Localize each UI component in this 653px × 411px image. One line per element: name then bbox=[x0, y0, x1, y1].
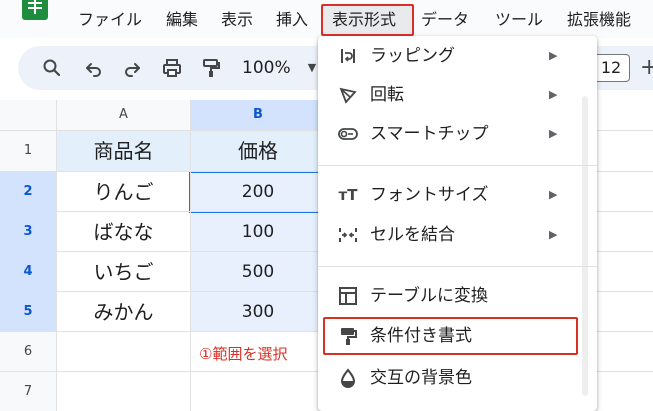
menu-item-label: 回転 bbox=[370, 85, 404, 105]
menu-data[interactable]: データ bbox=[421, 10, 469, 30]
fill-color-icon bbox=[336, 366, 360, 390]
menu-item-merge-cells[interactable]: セルを結合 ▶ bbox=[318, 216, 597, 254]
active-cell-outline bbox=[189, 171, 326, 213]
row-header-7[interactable]: 7 bbox=[0, 372, 56, 411]
row-header-4[interactable]: 4 bbox=[0, 252, 56, 292]
menu-view[interactable]: 表示 bbox=[221, 10, 253, 30]
paint-roller-icon bbox=[336, 324, 360, 348]
search-icon[interactable] bbox=[40, 56, 64, 80]
menu-item-smart-chips[interactable]: スマートチップ ▶ bbox=[318, 115, 597, 153]
menu-item-label: ラッピング bbox=[370, 46, 455, 66]
menu-item-conditional-formatting[interactable]: 条件付き書式 bbox=[318, 317, 597, 355]
cell-a1[interactable]: 商品名 bbox=[57, 131, 190, 171]
plus-icon[interactable]: + bbox=[640, 55, 653, 80]
row-header-1[interactable]: 1 bbox=[0, 131, 56, 171]
menu-item-label: テーブルに変換 bbox=[370, 286, 488, 306]
paint-format-icon[interactable] bbox=[199, 56, 223, 80]
select-all-corner[interactable] bbox=[0, 100, 56, 130]
table-icon bbox=[336, 284, 360, 308]
column-header-a[interactable]: A bbox=[57, 100, 190, 130]
submenu-arrow-icon: ▶ bbox=[549, 228, 558, 241]
submenu-arrow-icon: ▶ bbox=[549, 49, 558, 62]
zoom-select[interactable]: 100% bbox=[242, 57, 291, 79]
menu-divider bbox=[318, 266, 597, 267]
grid-line bbox=[56, 100, 57, 411]
menu-item-alternating-colors[interactable]: 交互の背景色 bbox=[318, 359, 597, 397]
menu-item-label: 条件付き書式 bbox=[370, 326, 472, 346]
menu-item-wrapping[interactable]: ラッピング ▶ bbox=[318, 37, 597, 75]
redo-icon[interactable] bbox=[120, 56, 144, 80]
menu-bar: ファイル 編集 表示 挿入 表示形式 データ ツール 拡張機能 bbox=[0, 0, 653, 38]
menu-file[interactable]: ファイル bbox=[78, 10, 142, 30]
wrap-icon bbox=[336, 44, 360, 68]
menu-tools[interactable]: ツール bbox=[495, 10, 543, 30]
undo-icon[interactable] bbox=[82, 56, 106, 80]
cell-a5[interactable]: みかん bbox=[57, 292, 190, 332]
font-size-input[interactable]: 12 bbox=[592, 54, 630, 82]
row-header-5[interactable]: 5 bbox=[0, 292, 56, 332]
cell-b4[interactable]: 500 bbox=[191, 252, 325, 292]
row-header-6[interactable]: 6 bbox=[0, 332, 56, 372]
cell-b3[interactable]: 100 bbox=[191, 212, 325, 252]
menu-item-font-size[interactable]: тT フォントサイズ ▶ bbox=[318, 176, 597, 214]
submenu-arrow-icon: ▶ bbox=[549, 127, 558, 140]
format-menu: ラッピング ▶ 回転 ▶ スマートチップ ▶ тT フォントサイズ ▶ セルを結… bbox=[318, 36, 597, 411]
menu-item-label: 交互の背景色 bbox=[370, 368, 472, 388]
cell-a2[interactable]: りんご bbox=[57, 172, 190, 212]
menu-item-convert-to-table[interactable]: テーブルに変換 bbox=[318, 277, 597, 315]
menu-item-rotate[interactable]: 回転 ▶ bbox=[318, 76, 597, 114]
font-size-icon: тT bbox=[338, 186, 358, 204]
column-header-b[interactable]: B bbox=[191, 100, 325, 130]
annotation-select-range: ①範囲を選択 bbox=[199, 345, 288, 363]
menu-extensions[interactable]: 拡張機能 bbox=[567, 10, 631, 30]
menu-divider bbox=[318, 165, 597, 166]
menu-format[interactable]: 表示形式 bbox=[332, 10, 396, 30]
rotate-icon bbox=[336, 83, 360, 107]
menu-item-label: フォントサイズ bbox=[370, 185, 489, 205]
menu-item-label: セルを結合 bbox=[370, 225, 455, 245]
grid-line bbox=[190, 100, 191, 411]
cell-a4[interactable]: いちご bbox=[57, 252, 190, 292]
merge-cells-icon bbox=[336, 223, 360, 247]
row-header-3[interactable]: 3 bbox=[0, 212, 56, 252]
smart-chip-icon bbox=[336, 122, 360, 146]
print-icon[interactable] bbox=[160, 56, 184, 80]
cell-b5[interactable]: 300 bbox=[191, 292, 325, 332]
cell-a3[interactable]: ばなな bbox=[57, 212, 190, 252]
submenu-arrow-icon: ▶ bbox=[549, 88, 558, 101]
menu-edit[interactable]: 編集 bbox=[166, 10, 198, 30]
menu-item-label: スマートチップ bbox=[370, 124, 489, 144]
submenu-arrow-icon: ▶ bbox=[549, 188, 558, 201]
sheets-logo-icon[interactable] bbox=[22, 0, 48, 20]
cell-b1[interactable]: 価格 bbox=[191, 131, 325, 171]
menu-insert[interactable]: 挿入 bbox=[276, 10, 308, 30]
row-header-2[interactable]: 2 bbox=[0, 172, 56, 212]
